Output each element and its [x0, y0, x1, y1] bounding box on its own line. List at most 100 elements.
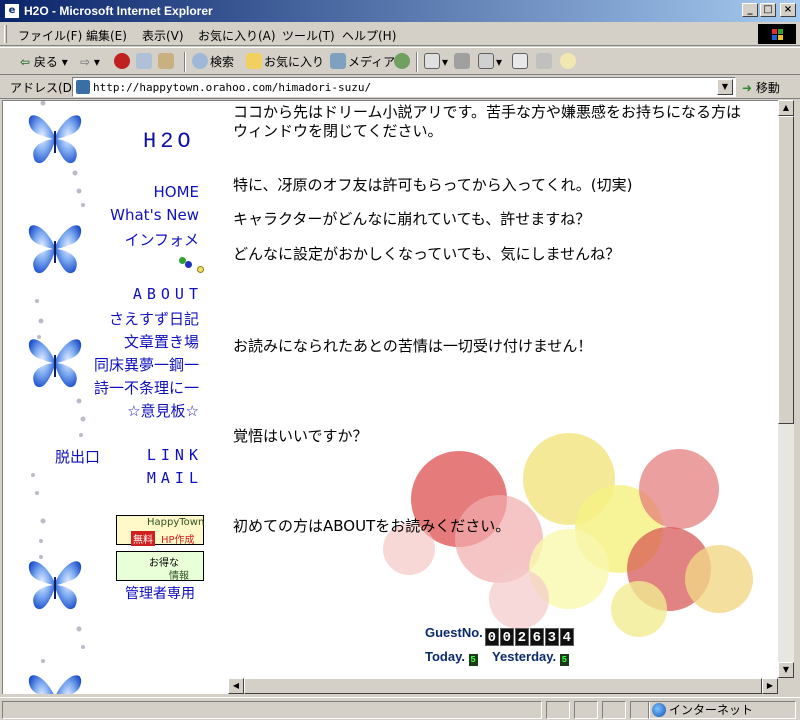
address-input[interactable]: http://happytown.orahoo.com/himadori-suz…	[72, 77, 736, 97]
scroll-right-button[interactable]: ▶	[762, 678, 778, 694]
menu-view[interactable]: 表示(V)	[142, 27, 184, 44]
happytown-banner[interactable]: HappyTown 無料 HP作成	[116, 515, 204, 546]
counter-digit: 3	[544, 628, 559, 646]
nav-mail[interactable]: MAIL	[147, 469, 203, 487]
history-button[interactable]	[394, 52, 412, 72]
globe-icon	[652, 703, 666, 717]
printer-icon	[454, 53, 470, 69]
about-notice: 初めての方はABOUTをお読みください。	[233, 517, 511, 535]
windows-logo-icon	[758, 24, 796, 44]
address-bar: アドレス(D) http://happytown.orahoo.com/hima…	[0, 75, 800, 99]
nav-whats-new[interactable]: What's New	[110, 206, 199, 224]
butterfly-icon	[28, 339, 82, 388]
standard-toolbar: ⇦ 戻る ▾ ⇨ ▾ 検索 お気に入り メディア ▾ ▾	[0, 47, 800, 75]
window-title: H2O - Microsoft Internet Explorer	[24, 4, 213, 18]
menu-help[interactable]: ヘルプ(H)	[342, 27, 396, 44]
status-bar: インターネット	[0, 697, 800, 720]
minimize-button[interactable]: _	[742, 3, 758, 17]
warning-ready: 覚悟はいいですか？	[233, 427, 368, 445]
horizontal-scrollbar[interactable]: ◀ ▶	[228, 678, 778, 694]
status-pane	[546, 701, 570, 719]
discuss-icon	[512, 53, 528, 69]
nav-bbs[interactable]: ☆意見板☆	[127, 400, 199, 421]
mail-button[interactable]: ▾	[424, 52, 448, 72]
home-button[interactable]	[158, 52, 176, 72]
warning-settings: どんなに設定がおかしくなっていても、気にしませんね？	[233, 245, 621, 263]
zone-label: インターネット	[669, 703, 754, 717]
status-pane	[574, 701, 598, 719]
scroll-down-button[interactable]: ▼	[778, 662, 794, 678]
counter-digit: 0	[484, 628, 499, 646]
warning-characters: キャラクターがどんなに崩れていても、許せますね？	[233, 210, 591, 228]
history-icon	[394, 53, 410, 69]
go-label: 移動	[755, 81, 780, 95]
vertical-scroll-thumb[interactable]	[778, 116, 794, 424]
counter-digit: 4	[559, 628, 574, 646]
scroll-up-button[interactable]: ▲	[778, 100, 794, 116]
status-text-pane	[2, 701, 542, 719]
address-url[interactable]: http://happytown.orahoo.com/himadori-suz…	[93, 81, 371, 94]
yesterday-value: 5	[559, 654, 569, 666]
window-title-bar[interactable]: e H2O - Microsoft Internet Explorer _ □ …	[0, 0, 800, 22]
security-zone: インターネット	[648, 701, 796, 719]
yesterday-label: Yesterday.	[492, 649, 557, 664]
main-content-frame: ココから先はドリーム小説アリです。苦手な方や嫌悪感をお持ちになる方は ウィンドウ…	[229, 101, 778, 679]
nav-about[interactable]: ABOUT	[133, 285, 203, 303]
go-button[interactable]: ➜ 移動	[742, 79, 780, 96]
messenger-button[interactable]	[560, 52, 578, 72]
banner-hp-text: HP作成	[161, 535, 195, 546]
menu-favorites[interactable]: お気に入り(A)	[198, 27, 276, 44]
menubar-grip	[4, 25, 7, 43]
favorites-button[interactable]: お気に入り	[246, 52, 324, 72]
nav-poems[interactable]: 詩一不条理に一	[94, 377, 199, 398]
otoku-banner[interactable]: お得な 情報	[116, 551, 204, 582]
go-arrow-icon: ➜	[742, 81, 753, 95]
print-button[interactable]	[454, 52, 472, 72]
research-button[interactable]	[536, 52, 554, 72]
nav-texts[interactable]: 文章置き場	[124, 331, 199, 352]
menu-file[interactable]: ファイル(F)	[18, 27, 82, 44]
refresh-button[interactable]	[136, 52, 154, 72]
site-title: H2O	[143, 129, 195, 154]
page-viewport: H2O HOME What's New インフォメ ABOUT さえすず日記 文…	[2, 100, 778, 694]
yellow-ball-icon	[197, 266, 204, 273]
maximize-button[interactable]: □	[760, 3, 776, 17]
edit-button[interactable]: ▾	[478, 52, 502, 72]
counter-label: GuestNo.	[425, 625, 483, 640]
home-icon	[158, 53, 174, 69]
nav-exit[interactable]: 脱出口	[55, 446, 100, 467]
stop-button[interactable]	[114, 52, 132, 72]
research-icon	[536, 53, 552, 69]
search-button[interactable]: 検索	[192, 52, 234, 72]
media-label: メディア	[348, 55, 396, 69]
vertical-scrollbar[interactable]: ▲ ▼	[778, 100, 794, 678]
close-button[interactable]: ×	[780, 3, 796, 17]
nav-info[interactable]: インフォメ	[124, 229, 199, 250]
butterfly-icon	[28, 115, 82, 164]
counter-digit: 6	[529, 628, 544, 646]
discuss-button[interactable]	[512, 52, 530, 72]
nav-diary[interactable]: さえすず日記	[109, 308, 199, 329]
nav-admin[interactable]: 管理者専用	[125, 583, 195, 603]
nav-home[interactable]: HOME	[153, 183, 199, 201]
menu-edit[interactable]: 編集(E)	[86, 27, 127, 44]
forward-arrow-icon: ⇨	[80, 55, 91, 69]
forward-button[interactable]: ⇨ ▾	[80, 52, 100, 72]
warning-complaints: お読みになられたあとの苦情は一切受け付けません！	[233, 337, 593, 355]
banner-free-text: 無料	[131, 531, 155, 546]
butterfly-icon	[28, 225, 82, 274]
nav-link[interactable]: LINK	[147, 446, 203, 464]
left-nav-frame: H2O HOME What's New インフォメ ABOUT さえすず日記 文…	[3, 101, 227, 694]
media-button[interactable]: メディア	[330, 52, 395, 72]
scroll-left-button[interactable]: ◀	[228, 678, 244, 694]
back-button[interactable]: ⇦ 戻る ▾	[20, 52, 68, 72]
back-arrow-icon: ⇦	[20, 55, 31, 69]
messenger-icon	[560, 53, 576, 69]
search-icon	[192, 53, 208, 69]
page-icon	[76, 80, 90, 94]
menu-tools[interactable]: ツール(T)	[282, 27, 335, 44]
status-pane	[630, 701, 650, 719]
horizontal-scroll-thumb[interactable]	[244, 678, 762, 694]
address-dropdown-button[interactable]: ▼	[717, 79, 733, 95]
nav-doushou-imu[interactable]: 同床異夢一鋼一	[94, 354, 199, 375]
